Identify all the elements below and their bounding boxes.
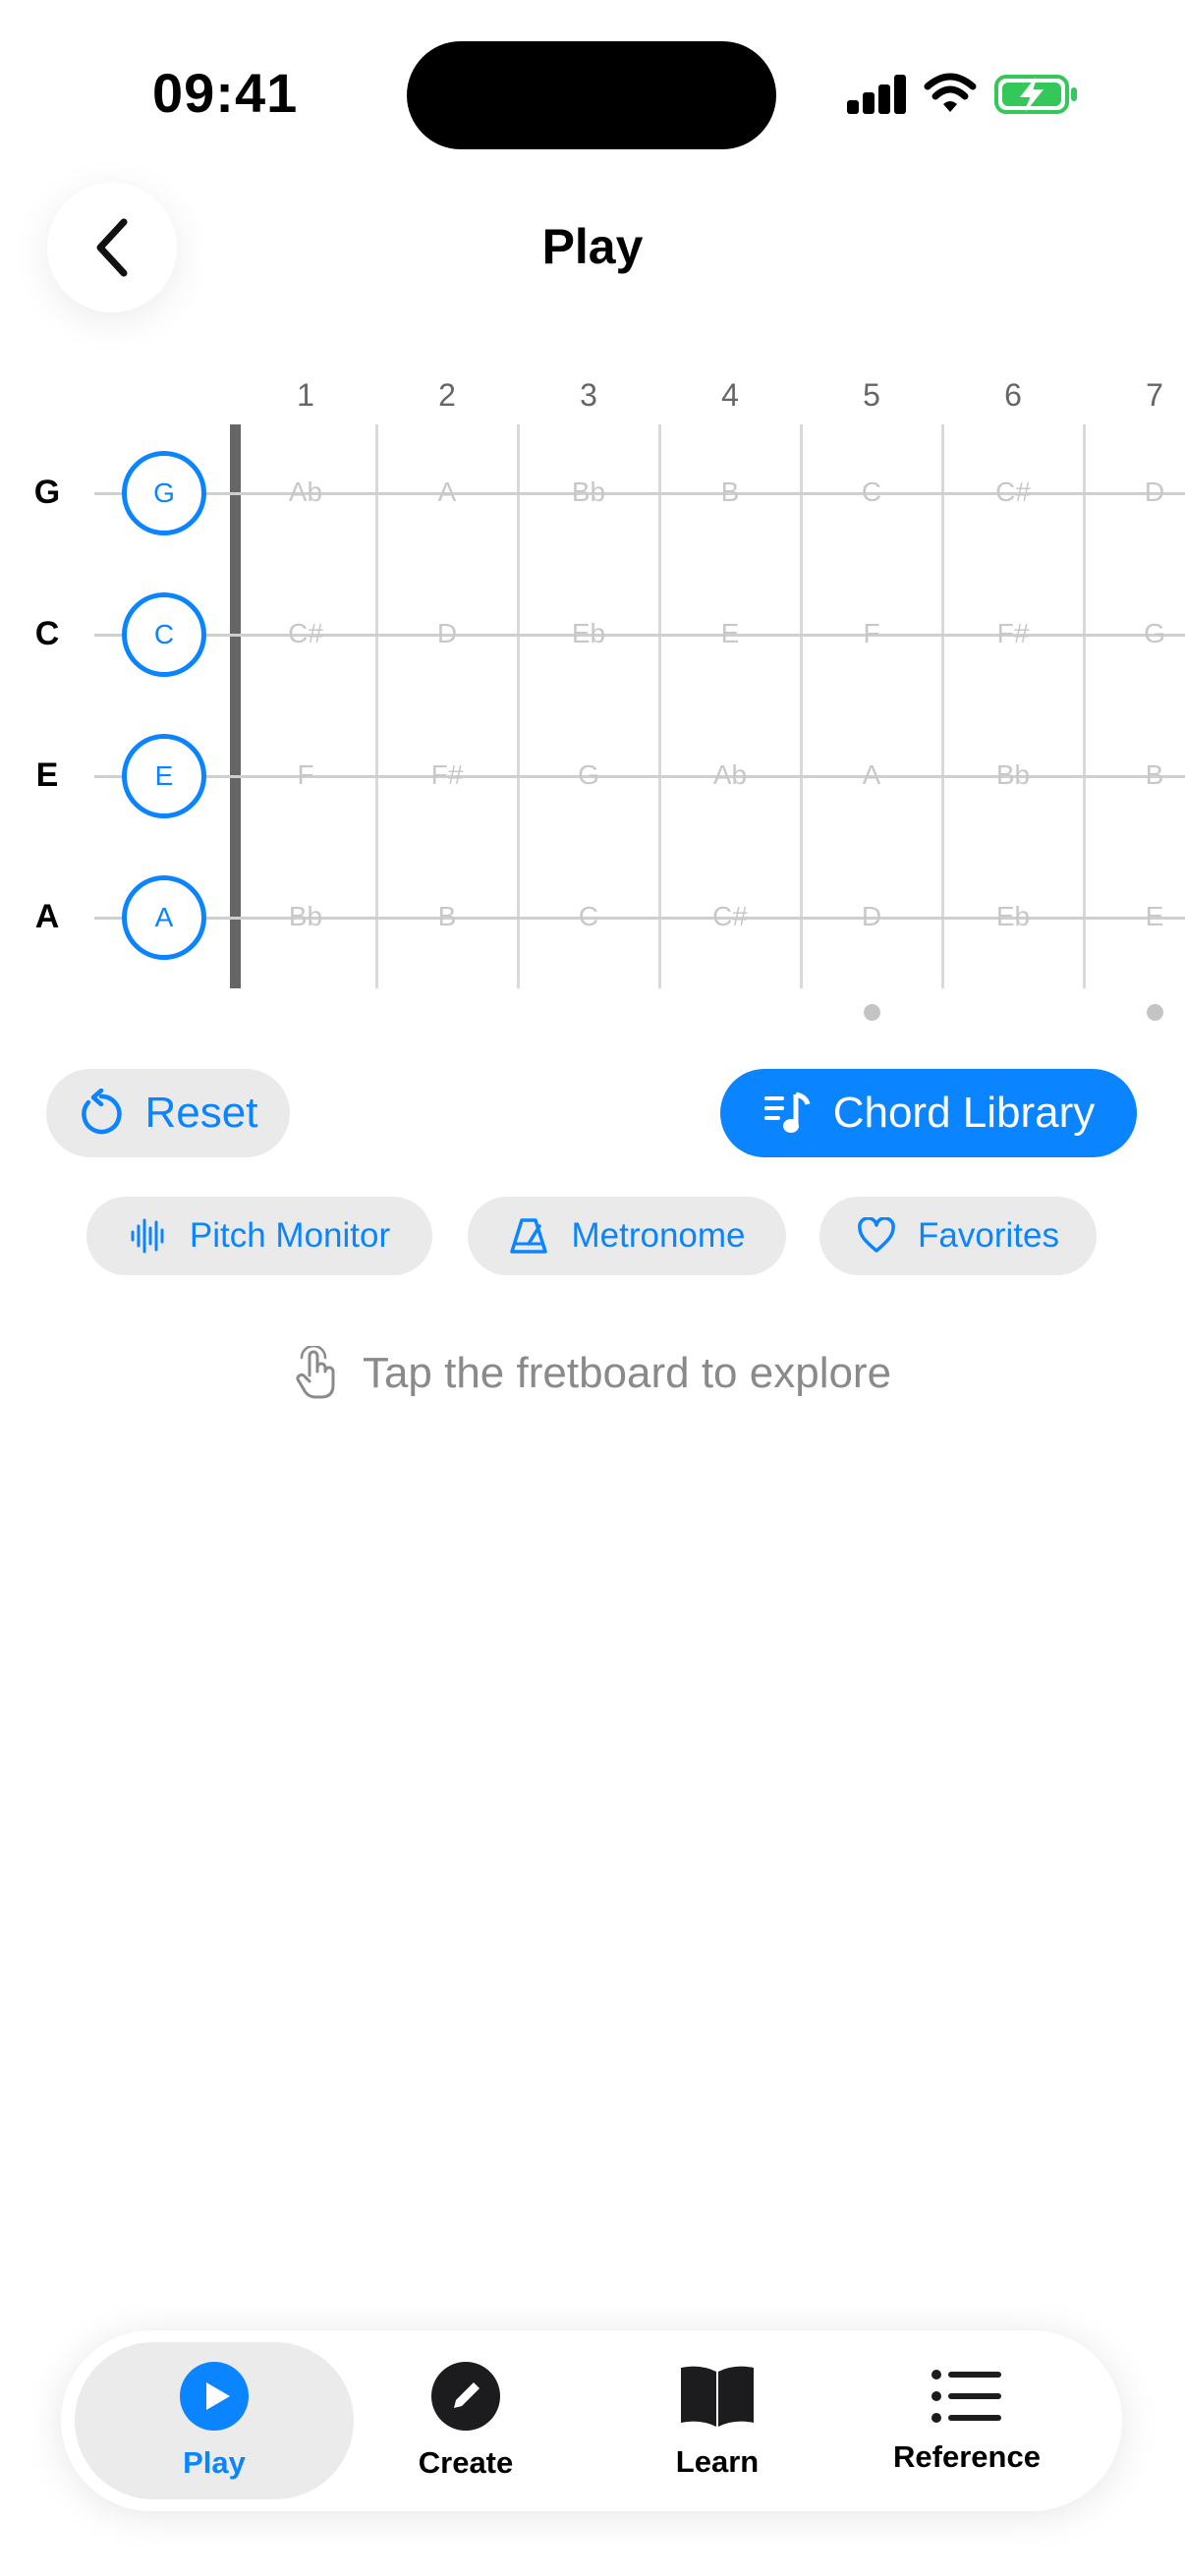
fret-wire	[517, 424, 520, 988]
waveform-icon	[131, 1218, 164, 1254]
fret-note[interactable]: C	[539, 901, 638, 932]
fret-note[interactable]: C#	[256, 618, 355, 649]
hint-text: Tap the fretboard to explore	[362, 1349, 892, 1397]
fret-note[interactable]: G	[1105, 618, 1185, 649]
fret-wire	[800, 424, 803, 988]
string-name: C	[34, 615, 60, 652]
fret-note[interactable]: D	[1105, 476, 1185, 508]
tab-play-label: Play	[183, 2445, 246, 2480]
fret-wire	[1083, 424, 1086, 988]
open-string-note[interactable]: A	[122, 875, 206, 960]
fret-number: 2	[438, 377, 456, 413]
fret-note[interactable]: B	[398, 901, 496, 932]
tab-reference[interactable]: Reference	[859, 2342, 1075, 2499]
reset-label: Reset	[144, 1089, 258, 1137]
favorites-label: Favorites	[918, 1216, 1059, 1255]
string-name: G	[33, 474, 61, 511]
open-string-note[interactable]: E	[122, 734, 206, 818]
fret-note[interactable]: E	[1105, 901, 1185, 932]
tab-create[interactable]: Create	[367, 2342, 564, 2499]
string-name: E	[35, 756, 59, 794]
fret-note[interactable]: B	[1105, 759, 1185, 791]
fret-note[interactable]: Eb	[539, 618, 638, 649]
tab-learn-label: Learn	[675, 2444, 760, 2479]
fret-note[interactable]: F	[256, 759, 355, 791]
string-name: A	[34, 898, 60, 935]
fret-note[interactable]: Bb	[256, 901, 355, 932]
fret-note[interactable]: F	[822, 618, 921, 649]
fretboard-hint: Tap the fretboard to explore	[0, 1346, 1185, 1401]
open-string-note[interactable]: G	[122, 451, 206, 535]
pitch-monitor-label: Pitch Monitor	[189, 1216, 391, 1255]
fret-number: 4	[721, 377, 739, 413]
dynamic-island	[407, 41, 776, 149]
open-string-note[interactable]: C	[122, 592, 206, 677]
status-time: 09:41	[152, 62, 299, 124]
chord-library-label: Chord Library	[832, 1089, 1096, 1137]
fret-number: 5	[863, 377, 880, 413]
metronome-button[interactable]: Metronome	[468, 1197, 786, 1275]
fret-note[interactable]: B	[681, 476, 779, 508]
chord-library-button[interactable]: Chord Library	[720, 1069, 1137, 1157]
fret-note[interactable]: C#	[681, 901, 779, 932]
fret-wire	[375, 424, 378, 988]
fret-note[interactable]: C	[822, 476, 921, 508]
fret-number: 3	[580, 377, 597, 413]
music-list-icon	[763, 1092, 811, 1133]
fret-note[interactable]: G	[539, 759, 638, 791]
fret-marker-dot	[864, 1004, 880, 1021]
fret-note[interactable]: A	[398, 476, 496, 508]
fretboard-nut	[230, 424, 241, 988]
fret-note[interactable]: C#	[964, 476, 1062, 508]
fret-note[interactable]: E	[681, 618, 779, 649]
fret-note[interactable]: Bb	[964, 759, 1062, 791]
fret-note[interactable]: F#	[398, 759, 496, 791]
book-icon	[681, 2366, 754, 2427]
fret-number: 6	[1004, 377, 1022, 413]
metronome-icon	[510, 1218, 548, 1254]
wifi-icon	[924, 73, 977, 112]
fret-marker-dot	[1147, 1004, 1163, 1021]
fret-note[interactable]: Eb	[964, 901, 1062, 932]
hand-tap-icon	[296, 1346, 335, 1399]
fret-note[interactable]: Ab	[256, 476, 355, 508]
reset-button[interactable]: Reset	[46, 1069, 290, 1157]
list-icon	[931, 2370, 1001, 2423]
fret-number: 1	[297, 377, 314, 413]
tab-reference-label: Reference	[893, 2439, 1041, 2474]
fret-wire	[658, 424, 661, 988]
fret-note[interactable]: Bb	[539, 476, 638, 508]
page-title: Play	[541, 219, 644, 274]
fret-note[interactable]: D	[398, 618, 496, 649]
favorites-button[interactable]: Favorites	[819, 1197, 1097, 1275]
battery-charging-icon	[994, 75, 1077, 114]
tab-create-label: Create	[418, 2445, 514, 2480]
pitch-monitor-button[interactable]: Pitch Monitor	[86, 1197, 432, 1275]
reset-icon	[81, 1089, 122, 1135]
tab-play[interactable]: Play	[75, 2342, 354, 2499]
tab-learn[interactable]: Learn	[619, 2342, 816, 2499]
fret-note[interactable]: F#	[964, 618, 1062, 649]
cellular-signal-icon	[847, 75, 906, 114]
pencil-circle-icon	[431, 2362, 500, 2431]
fret-note[interactable]: A	[822, 759, 921, 791]
metronome-label: Metronome	[571, 1216, 746, 1255]
fret-note[interactable]: Ab	[681, 759, 779, 791]
fret-number: 7	[1146, 377, 1163, 413]
fret-wire	[941, 424, 944, 988]
play-circle-icon	[180, 2362, 249, 2431]
fret-note[interactable]: D	[822, 901, 921, 932]
heart-icon	[858, 1217, 895, 1253]
